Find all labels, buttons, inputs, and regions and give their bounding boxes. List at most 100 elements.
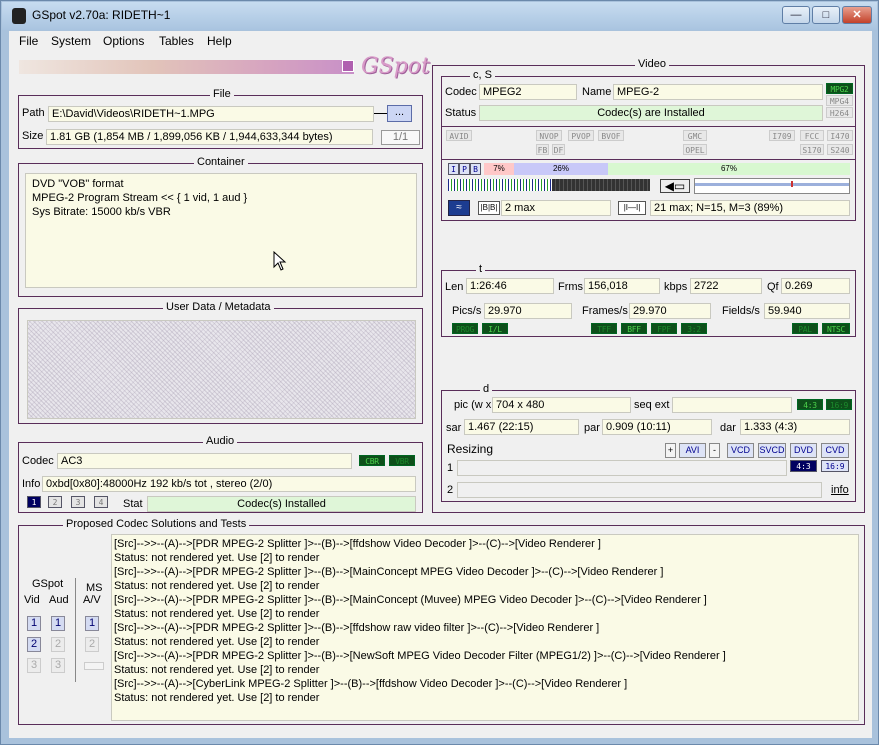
resize-plus-button[interactable]: + — [665, 443, 676, 458]
dar-field: 1.333 (4:3) — [740, 419, 850, 435]
menu-tables[interactable]: Tables — [159, 34, 194, 48]
gspot-vid-3-button[interactable]: 3 — [27, 658, 41, 673]
audio-stream-3-button[interactable]: 3 — [71, 496, 85, 508]
tff-badge: TFF — [591, 323, 617, 334]
gop-length-icon: |I—I| — [618, 201, 646, 215]
solution-status: Status: not rendered yet. Use [2] to ren… — [114, 608, 320, 620]
main-panel: GSpot File Path E:\David\Videos\RIDETH~1… — [9, 51, 872, 738]
d-title: d — [480, 383, 493, 395]
container-info-text: DVD "VOB" format MPEG-2 Program Stream <… — [25, 173, 417, 288]
bmax-field: 2 max — [501, 200, 611, 216]
video-status-field: Codec(s) are Installed — [479, 105, 823, 121]
resize-row1-field — [457, 460, 787, 476]
container-group: Container DVD "VOB" format MPEG-2 Progra… — [18, 156, 423, 297]
close-button[interactable]: ✕ — [842, 6, 872, 24]
mouse-cursor-icon — [273, 251, 287, 271]
i470-flag: I470 — [827, 130, 853, 141]
solution-line[interactable]: [Src]-->>--(A)-->[PDR MPEG-2 Splitter ]>… — [114, 649, 858, 663]
gspot-logo: GSpot — [361, 54, 430, 79]
resize-row1-label: 1 — [447, 462, 454, 474]
pulldown-badge: 3:2 — [681, 323, 707, 334]
solution-line[interactable]: [Src]-->>--(A)-->[PDR MPEG-2 Splitter ]>… — [114, 565, 858, 579]
audio-stream-4-button[interactable]: 4 — [94, 496, 108, 508]
solution-status: Status: not rendered yet. Use [2] to ren… — [114, 664, 320, 676]
len-field: 1:26:46 — [466, 278, 554, 294]
gspot-vid-2-button[interactable]: 2 — [27, 637, 41, 652]
slider-track — [695, 183, 849, 186]
qf-field: 0.269 — [781, 278, 850, 294]
ms-av-3-button[interactable] — [84, 662, 104, 670]
gspot-aud-2-button[interactable]: 2 — [51, 637, 65, 652]
menu-system[interactable]: System — [51, 34, 91, 48]
video-group-title: Video — [635, 58, 669, 70]
resize-dvd-button[interactable]: DVD — [790, 443, 817, 458]
seek-icon[interactable]: ◀▭ — [660, 179, 690, 193]
resize-svcd-button[interactable]: SVCD — [758, 443, 786, 458]
kbps-field: 2722 — [690, 278, 762, 294]
position-slider[interactable] — [694, 178, 850, 194]
solution-status: Status: not rendered yet. Use [2] to ren… — [114, 552, 320, 564]
av-column-label: A/V — [83, 594, 101, 606]
userdata-area — [27, 320, 416, 419]
userdata-group-title: User Data / Metadata — [163, 301, 274, 313]
audio-stream-2-button[interactable]: 2 — [48, 496, 62, 508]
vid-column-label: Vid — [24, 594, 40, 606]
audio-info-label: Info — [22, 478, 41, 490]
par-label: par — [584, 422, 600, 434]
solution-line[interactable]: [Src]-->>--(A)-->[PDR MPEG-2 Splitter ]>… — [114, 537, 858, 551]
p-percent-bar: 26% — [514, 163, 608, 175]
resize-vcd-button[interactable]: VCD — [727, 443, 754, 458]
resize-minus-button[interactable]: - — [709, 443, 720, 458]
ipb-b: B — [470, 163, 481, 175]
mpg4-badge: MPG4 — [826, 95, 853, 106]
resize-avi-button[interactable]: AVI — [679, 443, 706, 458]
seqext-field — [672, 397, 792, 413]
audio-codec-field: AC3 — [57, 453, 352, 469]
menu-options[interactable]: Options — [103, 34, 144, 48]
ms-av-2-button[interactable]: 2 — [85, 637, 99, 652]
gspot-column-label: GSpot — [32, 578, 64, 590]
file-group: File Path E:\David\Videos\RIDETH~1.MPG .… — [18, 88, 423, 149]
gop-field: 21 max; N=15, M=3 (89%) — [650, 200, 850, 216]
ipb-p: P — [459, 163, 470, 175]
frms-field: 156,018 — [584, 278, 660, 294]
gspot-aud-1-button[interactable]: 1 — [51, 616, 65, 631]
row1-4-3-button[interactable]: 4:3 — [790, 460, 817, 472]
row1-16-9-button[interactable]: 16:9 — [821, 460, 849, 472]
fields-label: Fields/s — [722, 305, 760, 317]
solution-line[interactable]: [Src]-->>--(A)-->[CyberLink MPEG-2 Split… — [114, 677, 858, 691]
solution-line[interactable]: [Src]-->>--(A)-->[PDR MPEG-2 Splitter ]>… — [114, 593, 858, 607]
sar-label: sar — [446, 422, 462, 434]
solution-line[interactable]: [Src]-->>--(A)-->[PDR MPEG-2 Splitter ]>… — [114, 621, 858, 635]
page-indicator[interactable]: 1/1 — [381, 130, 420, 145]
menu-file[interactable]: File — [19, 34, 38, 48]
gspot-vid-1-button[interactable]: 1 — [27, 616, 41, 631]
browse-button[interactable]: ... — [387, 105, 412, 122]
bff-badge: BFF — [621, 323, 647, 334]
userdata-group: User Data / Metadata — [18, 301, 423, 424]
s170-flag: S170 — [800, 144, 824, 155]
gspot-app-icon — [12, 8, 26, 24]
b-percent-bar: 67% — [608, 163, 850, 175]
pics-field: 29.970 — [484, 303, 572, 319]
menu-help[interactable]: Help — [207, 34, 232, 48]
gspot-aud-3-button[interactable]: 3 — [51, 658, 65, 673]
gop-analyze-icon[interactable]: ≈ — [448, 200, 470, 216]
fcc-flag: FCC — [800, 130, 824, 141]
path-label: Path — [22, 107, 45, 119]
info-link[interactable]: info — [831, 484, 849, 496]
seqext-label: seq ext — [634, 399, 670, 411]
solution-status: Status: not rendered yet. Use [2] to ren… — [114, 580, 320, 592]
resize-row2-label: 2 — [447, 484, 454, 496]
minimize-button[interactable]: — — [782, 6, 810, 24]
title-bar[interactable]: GSpot v2.70a: RIDETH~1 — □ ✕ — [2, 2, 877, 30]
ms-av-1-button[interactable]: 1 — [85, 616, 99, 631]
logo-square-icon — [342, 60, 354, 72]
path-field[interactable]: E:\David\Videos\RIDETH~1.MPG — [48, 106, 374, 122]
nvop-flag: NVOP — [536, 130, 562, 141]
solution-status: Status: not rendered yet. Use [2] to ren… — [114, 636, 320, 648]
audio-stream-1-button[interactable]: 1 — [27, 496, 41, 508]
resize-cvd-button[interactable]: CVD — [821, 443, 849, 458]
maximize-button[interactable]: □ — [812, 6, 840, 24]
path-divider — [374, 113, 388, 114]
